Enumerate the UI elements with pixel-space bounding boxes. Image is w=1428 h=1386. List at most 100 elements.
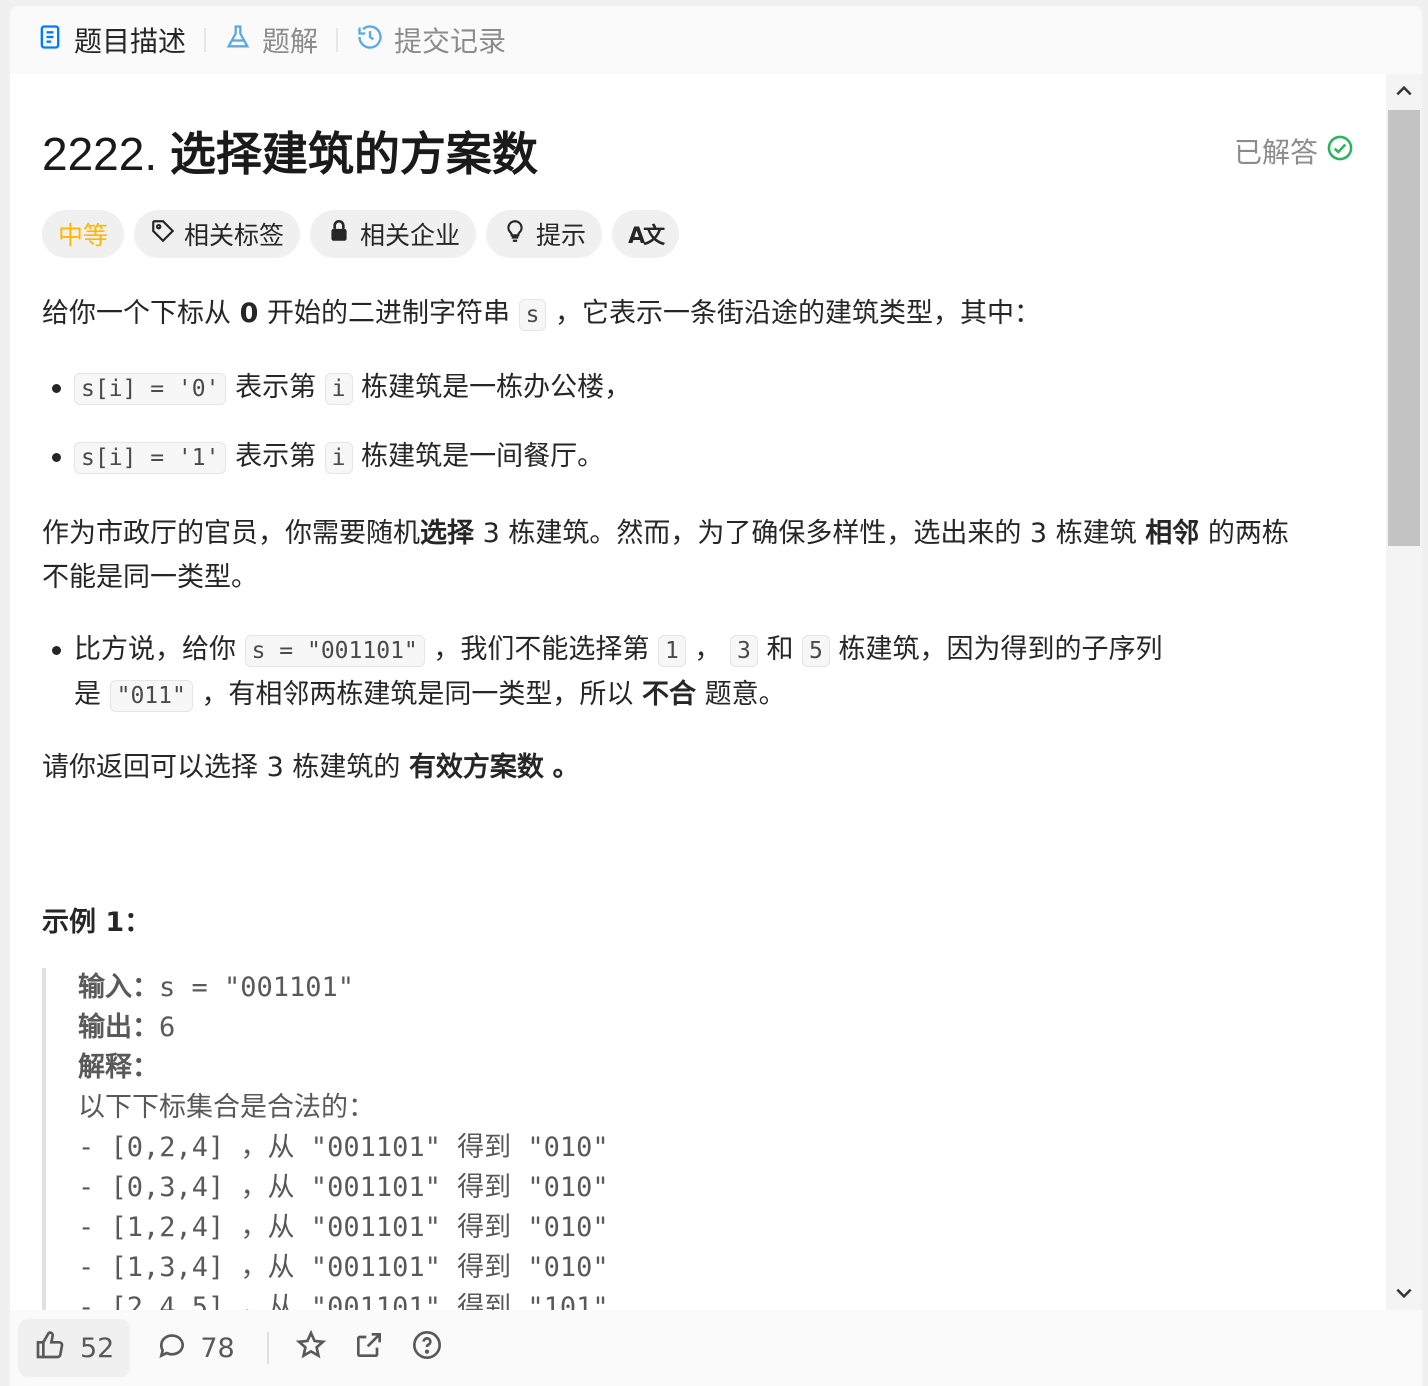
translate-icon: A文 bbox=[628, 224, 665, 249]
text: ，它表示一条街沿途的建筑类型，其中： bbox=[555, 298, 1042, 329]
scroll-thumb[interactable] bbox=[1388, 110, 1420, 546]
problem-title: 选择建筑的方案数 bbox=[169, 128, 538, 180]
related-companies-button[interactable]: 相关企业 bbox=[310, 210, 477, 258]
list-item: s[i] = '0' 表示第 i 栋建筑是一栋办公楼， bbox=[42, 366, 631, 411]
share-button[interactable] bbox=[353, 1329, 385, 1368]
ask-paragraph: 请你返回可以选择 3 栋建筑的 有效方案数 。 bbox=[42, 746, 580, 790]
solved-label: 已解答 bbox=[1233, 136, 1318, 169]
text: 表示第 bbox=[235, 372, 317, 403]
divider bbox=[266, 1332, 269, 1364]
star-icon bbox=[295, 1329, 327, 1368]
flask-icon bbox=[224, 23, 252, 58]
tab-submissions[interactable]: 提交记录 bbox=[356, 6, 506, 74]
output-value: 6 bbox=[159, 1012, 176, 1043]
scrollbar[interactable] bbox=[1386, 74, 1422, 1310]
tab-bar: 题目描述 题解 提交记录 bbox=[10, 6, 1422, 74]
comment-icon bbox=[156, 1329, 188, 1368]
text: 栋建筑，因为得到的子序列 bbox=[838, 634, 1163, 665]
solved-status: 已解答 bbox=[1234, 131, 1354, 171]
problem-card: 2222. 选择建筑的方案数 已解答 中等 相关标签 相关企业 提示 A文 给你… bbox=[10, 74, 1422, 1310]
tab-divider bbox=[336, 28, 339, 52]
inline-code: s = "001101" bbox=[244, 635, 425, 667]
related-tags-label: 相关标签 bbox=[184, 221, 285, 250]
text: 的两栋 bbox=[1207, 518, 1289, 549]
tab-description[interactable]: 题目描述 bbox=[36, 6, 186, 74]
comments-button[interactable]: 78 bbox=[156, 1329, 235, 1368]
comment-count: 78 bbox=[200, 1332, 235, 1364]
text: 栋建筑是一栋办公楼， bbox=[361, 372, 632, 403]
tab-solutions-label: 题解 bbox=[262, 25, 319, 58]
example-row: - [2,4,5] ，从 "001101" 得到 "101" bbox=[78, 1292, 609, 1310]
list-item: 比方说，给你 s = "001101" ，我们不能选择第 1 ， 3 和 5 栋… bbox=[42, 628, 1202, 718]
chevron-up-icon[interactable] bbox=[1386, 74, 1422, 108]
external-link-icon bbox=[353, 1329, 385, 1368]
problem-number: 2222. bbox=[42, 128, 158, 180]
text: 请你返回可以选择 3 栋建筑的 bbox=[42, 752, 401, 783]
tag-icon bbox=[150, 218, 176, 250]
tab-solutions[interactable]: 题解 bbox=[224, 6, 318, 74]
favorite-button[interactable] bbox=[295, 1329, 327, 1368]
title-row: 2222. 选择建筑的方案数 已解答 bbox=[42, 118, 1354, 184]
history-icon bbox=[356, 23, 384, 58]
selection-paragraph: 作为市政厅的官员，你需要随机选择 3 栋建筑。然而，为了确保多样性，选出来的 3… bbox=[42, 512, 1342, 600]
example-row: - [1,3,4] ，从 "001101" 得到 "010" bbox=[78, 1252, 609, 1283]
inline-code: 5 bbox=[802, 635, 830, 667]
text: 题意。 bbox=[704, 679, 786, 710]
text-bold: 选择 bbox=[420, 518, 474, 549]
inline-code: s bbox=[518, 299, 547, 331]
help-button[interactable] bbox=[411, 1329, 443, 1368]
bullet-dot bbox=[52, 384, 61, 393]
thumbs-up-icon bbox=[34, 1329, 66, 1368]
example-title: 示例 1： bbox=[42, 907, 152, 938]
text: 是 bbox=[74, 679, 101, 710]
text: 比方说，给你 bbox=[74, 634, 236, 665]
tab-submissions-label: 提交记录 bbox=[394, 25, 507, 58]
explain-label: 解释： bbox=[78, 1052, 159, 1083]
output-label: 输出： bbox=[78, 1012, 159, 1043]
translate-button[interactable]: A文 bbox=[612, 210, 680, 258]
difficulty-label: 中等 bbox=[58, 221, 109, 250]
text: 3 栋建筑。然而，为了确保多样性，选出来的 3 栋建筑 bbox=[482, 518, 1137, 549]
text: 作为市政厅的官员，你需要随机 bbox=[42, 518, 420, 549]
chevron-down-icon[interactable] bbox=[1386, 1276, 1422, 1310]
example-row: - [0,2,4] ，从 "001101" 得到 "010" bbox=[78, 1132, 609, 1163]
bullet-dot bbox=[52, 646, 61, 655]
example-row: - [0,3,4] ，从 "001101" 得到 "010" bbox=[78, 1172, 609, 1203]
input-value: s = "001101" bbox=[159, 972, 355, 1003]
bullet-dot bbox=[52, 453, 61, 462]
difficulty-badge[interactable]: 中等 bbox=[42, 210, 125, 258]
text: 栋建筑是一间餐厅。 bbox=[361, 441, 605, 472]
tab-divider bbox=[204, 28, 207, 52]
like-button[interactable]: 52 bbox=[18, 1319, 131, 1377]
inline-code: "011" bbox=[109, 680, 193, 712]
text: ， bbox=[694, 634, 722, 665]
text: 开始的二进制字符串 bbox=[266, 298, 510, 329]
inline-code: s[i] = '0' bbox=[74, 373, 227, 405]
text-bold: 有效方案数 bbox=[408, 752, 544, 783]
text: 不能是同一类型。 bbox=[42, 562, 258, 593]
inline-code: 1 bbox=[657, 635, 686, 667]
like-count: 52 bbox=[80, 1332, 115, 1364]
question-circle-icon bbox=[411, 1329, 443, 1368]
lightbulb-icon bbox=[502, 218, 528, 250]
check-circle-icon bbox=[1326, 134, 1354, 169]
related-tags-button[interactable]: 相关标签 bbox=[134, 210, 301, 258]
example-block: 输入：s = "001101" 输出：6 解释： 以下下标集合是合法的： - [… bbox=[42, 968, 609, 1310]
text-bold: 0 bbox=[239, 298, 259, 329]
tag-row: 中等 相关标签 相关企业 提示 A文 bbox=[42, 210, 680, 258]
page-title: 2222. 选择建筑的方案数 bbox=[42, 118, 538, 184]
list-item: s[i] = '1' 表示第 i 栋建筑是一间餐厅。 bbox=[42, 435, 604, 480]
tab-description-label: 题目描述 bbox=[74, 25, 187, 58]
explain-line: 以下下标集合是合法的： bbox=[78, 1092, 375, 1123]
lock-icon bbox=[326, 218, 352, 250]
bottom-action-bar: 52 78 bbox=[10, 1310, 1422, 1386]
text: 和 bbox=[766, 634, 794, 665]
hint-button[interactable]: 提示 bbox=[486, 210, 603, 258]
text-bold: 不合 bbox=[642, 679, 697, 710]
inline-code: s[i] = '1' bbox=[74, 442, 227, 474]
hint-label: 提示 bbox=[536, 221, 587, 250]
input-label: 输入： bbox=[78, 972, 159, 1003]
related-companies-label: 相关企业 bbox=[360, 221, 461, 250]
document-icon bbox=[36, 23, 64, 58]
inline-code: i bbox=[324, 442, 353, 474]
